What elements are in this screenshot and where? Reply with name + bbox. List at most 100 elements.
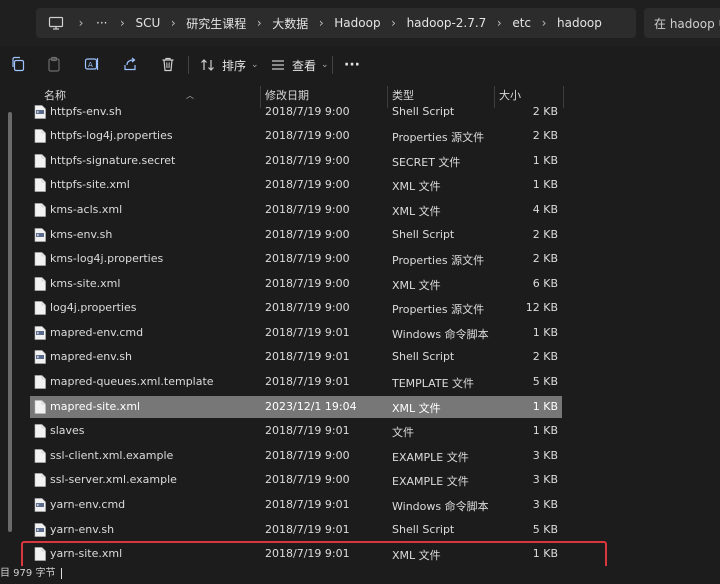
sort-label: 排序 <box>222 58 247 73</box>
file-type: XML 文件 <box>392 205 441 218</box>
file-row[interactable]: httpfs-site.xml 2018/7/19 9:00 XML 文件 1 KB <box>30 174 562 196</box>
file-row[interactable]: httpfs-signature.secret 2018/7/19 9:00 SEC… <box>30 150 562 172</box>
file-modified-date: 2018/7/19 9:01 <box>265 498 350 511</box>
file-name: log4j.properties <box>50 301 137 314</box>
file-name: mapred-env.sh <box>50 350 133 363</box>
text-cursor <box>61 567 63 579</box>
file-modified-date: 2018/7/19 9:00 <box>265 277 350 290</box>
chevron-right-icon[interactable]: › <box>160 16 186 30</box>
file-row[interactable]: kms-site.xml 2018/7/19 9:00 XML 文件 6 KB <box>30 273 562 295</box>
file-name: yarn-env.cmd <box>50 498 126 511</box>
file-size: 2 KB <box>532 129 558 142</box>
file-name: slaves <box>50 424 85 437</box>
file-modified-date: 2018/7/19 9:00 <box>265 154 350 167</box>
file-row[interactable]: kms-env.sh 2018/7/19 9:00 Shell Script 2 KB <box>30 224 562 246</box>
file-modified-date: 2018/7/19 9:00 <box>265 129 350 142</box>
breadcrumb-item[interactable]: hadoop-2.7.7 <box>407 16 487 30</box>
chevron-right-icon[interactable]: › <box>308 16 334 30</box>
file-size: 5 KB <box>532 523 558 536</box>
breadcrumb-item[interactable]: etc <box>512 16 531 30</box>
toolbar-divider <box>332 56 333 74</box>
file-row[interactable]: httpfs-log4j.properties 2018/7/19 9:00 Pro… <box>30 125 562 147</box>
file-row[interactable]: mapred-env.sh 2018/7/19 9:01 Shell Script 2… <box>30 346 562 368</box>
file-type: Shell Script <box>392 228 455 241</box>
breadcrumb-item[interactable]: 大数据 <box>272 15 308 32</box>
address-bar: › ··· › SCU › 研究生课程 › 大数据 › Hadoop › hadoop-2.7.7… <box>0 0 720 46</box>
svg-text:A: A <box>88 61 93 69</box>
file-row[interactable]: mapred-site.xml 2023/12/1 19:04 XML 文件 1 KB <box>30 396 562 418</box>
file-type: TEMPLATE 文件 <box>392 377 475 390</box>
file-modified-date: 2018/7/19 9:00 <box>265 473 350 486</box>
file-size: 2 KB <box>532 228 558 241</box>
file-modified-date: 2018/7/19 9:00 <box>265 301 350 314</box>
file-row[interactable]: ssl-server.xml.example 2018/7/19 9:00 EXAM… <box>30 469 562 491</box>
script-file-icon <box>34 105 46 119</box>
file-type: SECRET 文件 <box>392 156 461 169</box>
computer-icon[interactable] <box>48 15 64 31</box>
chevron-right-icon[interactable]: › <box>246 16 272 30</box>
file-row[interactable]: httpfs-env.sh 2018/7/19 9:00 Shell Script 2… <box>30 101 562 123</box>
file-row[interactable]: ssl-client.xml.example 2018/7/19 9:00 EXAM… <box>30 445 562 467</box>
search-input[interactable]: 在 hadoop 中 <box>644 8 720 38</box>
breadcrumb-item[interactable]: hadoop <box>557 16 602 30</box>
file-type: Windows 命令脚本 <box>392 328 489 341</box>
chevron-right-icon[interactable]: › <box>68 16 94 30</box>
command-bar: A 排序 ⌄ 查看 ⌄ ··· <box>0 46 720 84</box>
more-options-button[interactable]: ··· <box>344 54 360 76</box>
file-size: 2 KB <box>532 252 558 265</box>
file-row[interactable]: mapred-env.cmd 2018/7/19 9:01 Windows 命令脚本… <box>30 322 562 344</box>
file-type: XML 文件 <box>392 180 441 193</box>
file-list: 名称 ︿ 修改日期 类型 大小 httpfs-env.sh 2018/7/19 9… <box>0 84 720 571</box>
file-row[interactable]: kms-log4j.properties 2018/7/19 9:00 Proper… <box>30 248 562 270</box>
file-type: Shell Script <box>392 105 455 118</box>
file-size: 3 KB <box>532 498 558 511</box>
file-row[interactable]: yarn-env.cmd 2018/7/19 9:01 Windows 命令脚本 3 … <box>30 494 562 516</box>
script-file-icon <box>34 228 46 242</box>
file-modified-date: 2018/7/19 9:00 <box>265 228 350 241</box>
breadcrumb[interactable]: › ··· › SCU › 研究生课程 › 大数据 › Hadoop › hadoop-2.7.7… <box>36 8 636 38</box>
breadcrumb-item[interactable]: Hadoop <box>334 16 380 30</box>
file-name: kms-site.xml <box>50 277 121 290</box>
document-file-icon <box>34 178 46 192</box>
file-name: kms-acls.xml <box>50 203 123 216</box>
toolbar-divider <box>188 56 189 74</box>
script-file-icon <box>34 498 46 512</box>
chevron-right-icon[interactable]: › <box>109 16 135 30</box>
file-type: Windows 命令脚本 <box>392 500 489 513</box>
overflow-crumb-button[interactable]: ··· <box>96 16 107 30</box>
sort-button[interactable]: 排序 ⌄ <box>200 54 259 76</box>
file-row[interactable]: slaves 2018/7/19 9:01 文件 1 KB <box>30 420 562 442</box>
document-file-icon <box>34 400 46 414</box>
vertical-scrollbar[interactable] <box>8 112 12 532</box>
paste-icon[interactable] <box>46 56 62 72</box>
trash-icon[interactable] <box>160 56 176 72</box>
chevron-right-icon[interactable]: › <box>486 16 512 30</box>
file-name: httpfs-site.xml <box>50 178 130 191</box>
file-modified-date: 2018/7/19 9:01 <box>265 424 350 437</box>
file-modified-date: 2018/7/19 9:01 <box>265 523 350 536</box>
file-row[interactable]: log4j.properties 2018/7/19 9:00 Properties… <box>30 297 562 319</box>
file-name: httpfs-log4j.properties <box>50 129 173 142</box>
file-modified-date: 2018/7/19 9:00 <box>265 252 350 265</box>
rename-icon[interactable]: A <box>84 56 100 72</box>
breadcrumb-item[interactable]: 研究生课程 <box>186 15 246 32</box>
file-row[interactable]: yarn-env.sh 2018/7/19 9:01 Shell Script 5 K… <box>30 519 562 541</box>
document-file-icon <box>34 203 46 217</box>
view-button[interactable]: 查看 ⌄ <box>270 54 329 76</box>
file-row[interactable]: kms-acls.xml 2018/7/19 9:00 XML 文件 4 KB <box>30 199 562 221</box>
share-icon[interactable] <box>122 56 138 72</box>
file-row[interactable]: mapred-queues.xml.template 2018/7/19 9:01… <box>30 371 562 393</box>
column-divider[interactable] <box>563 86 564 108</box>
breadcrumb-item[interactable]: SCU <box>135 16 160 30</box>
file-modified-date: 2018/7/19 9:01 <box>265 350 350 363</box>
status-bar: 目 979 字节 <box>0 566 720 584</box>
chevron-right-icon[interactable]: › <box>381 16 407 30</box>
file-size: 1 KB <box>532 424 558 437</box>
chevron-right-icon[interactable]: › <box>531 16 557 30</box>
file-name: ssl-client.xml.example <box>50 449 174 462</box>
document-file-icon <box>34 375 46 389</box>
file-name: kms-env.sh <box>50 228 113 241</box>
file-name: mapred-queues.xml.template <box>50 375 214 388</box>
copy-icon[interactable] <box>10 56 26 72</box>
file-modified-date: 2018/7/19 9:01 <box>265 375 350 388</box>
